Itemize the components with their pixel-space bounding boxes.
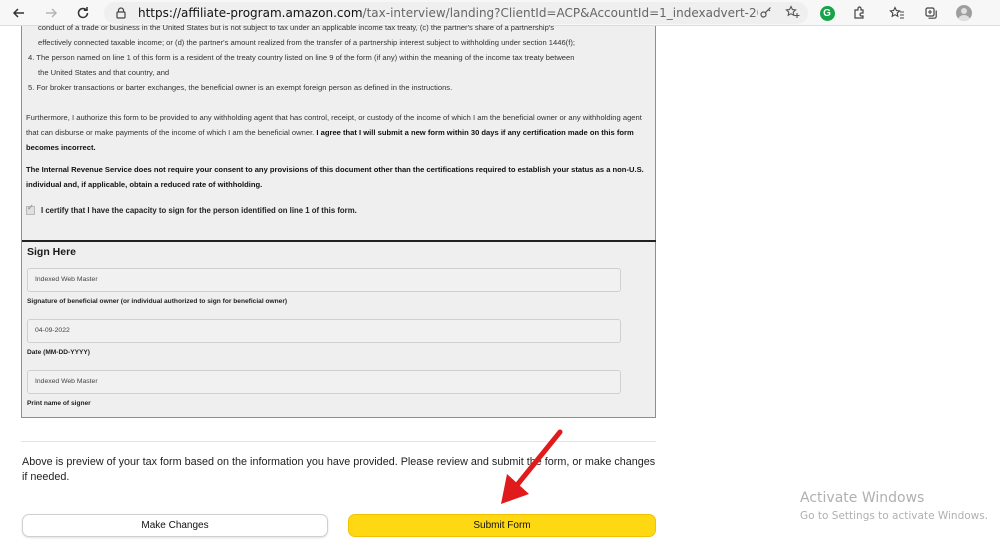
- cert-line: the United States and that country, and: [38, 68, 170, 77]
- date-field[interactable]: 04-09-2022: [27, 319, 621, 343]
- irs-paragraph: The Internal Revenue Service does not re…: [26, 162, 652, 192]
- authorize-paragraph: Furthermore, I authorize this form to be…: [26, 110, 652, 155]
- lock-icon[interactable]: [114, 6, 128, 20]
- make-changes-button[interactable]: Make Changes: [22, 514, 328, 537]
- extensions-icon[interactable]: [846, 0, 872, 26]
- back-icon[interactable]: [6, 0, 32, 26]
- sign-here-title: Sign Here: [27, 246, 77, 258]
- tax-form-preview: conduct of a trade or business in the Un…: [21, 23, 656, 418]
- print-name-field[interactable]: Indexed Web Master: [27, 370, 621, 394]
- key-icon[interactable]: [758, 5, 774, 21]
- favorite-add-icon[interactable]: [784, 5, 800, 21]
- certify-row: I certify that I have the capacity to si…: [26, 203, 357, 215]
- date-label: Date (MM-DD-YYYY): [27, 349, 91, 356]
- watermark-subtitle: Go to Settings to activate Windows.: [800, 510, 989, 522]
- windows-activation-watermark: Activate Windows Go to Settings to activ…: [800, 489, 988, 524]
- section-divider: [22, 240, 656, 242]
- collections-icon[interactable]: [918, 0, 944, 26]
- certify-checkbox[interactable]: [26, 203, 35, 215]
- submit-form-button[interactable]: Submit Form: [348, 514, 656, 537]
- cert-line: effectively connected taxable income; or…: [38, 38, 575, 47]
- cert-line: 4. The person named on line 1 of this fo…: [28, 53, 575, 62]
- watermark-title: Activate Windows: [800, 490, 925, 506]
- url-path: /tax-interview/landing?ClientId=ACP&Acco…: [362, 6, 758, 20]
- favorites-icon[interactable]: [884, 0, 910, 26]
- profile-avatar[interactable]: [951, 0, 977, 26]
- grammarly-icon[interactable]: G: [814, 0, 840, 26]
- signature-field[interactable]: Indexed Web Master: [27, 268, 621, 292]
- cert-line: conduct of a trade or business in the Un…: [38, 23, 555, 32]
- cert-line: 5. For broker transactions or barter exc…: [28, 83, 453, 92]
- print-name-label: Print name of signer: [27, 400, 91, 407]
- annotation-arrow-icon: [501, 429, 563, 504]
- url-text[interactable]: https://affiliate-program.amazon.com/tax…: [138, 6, 758, 20]
- irs-text: The Internal Revenue Service does not re…: [26, 165, 644, 189]
- url-host: https://affiliate-program.amazon.com: [138, 6, 363, 20]
- certify-label: I certify that I have the capacity to si…: [41, 206, 357, 215]
- signature-label: Signature of beneficial owner (or indivi…: [27, 298, 288, 305]
